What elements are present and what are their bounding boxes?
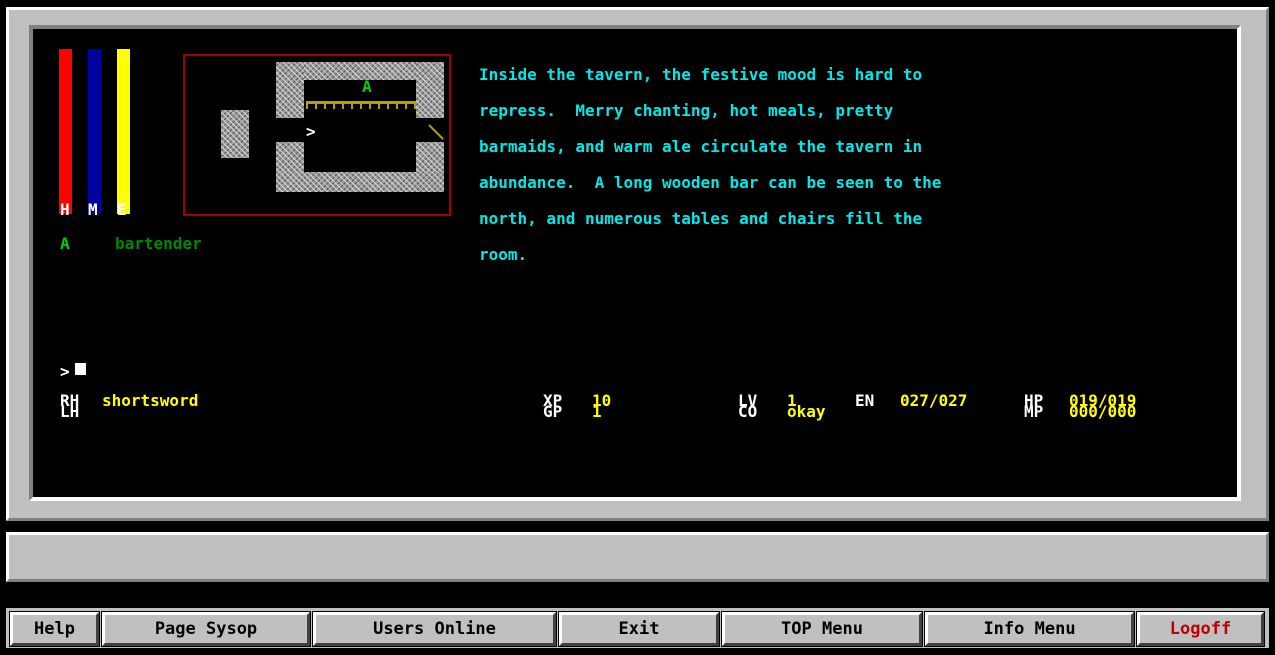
map-wall-bottom — [276, 172, 444, 192]
exit-button[interactable]: Exit — [558, 611, 720, 647]
command-prompt: > — [60, 362, 70, 381]
map-wall-fragment — [221, 110, 249, 158]
room-map: A > — [183, 54, 451, 216]
energy-bar-label: E — [117, 200, 127, 219]
status-bar — [6, 532, 1269, 582]
room-description-line: abundance. A long wooden bar can be seen… — [479, 173, 942, 192]
left-hand-label: LH — [60, 402, 80, 421]
energy-bar — [117, 49, 130, 214]
gp-label: GP — [543, 402, 563, 421]
occupant-name[interactable]: bartender — [115, 236, 202, 252]
room-description-line: barmaids, and warm ale circulate the tav… — [479, 137, 923, 156]
map-player-marker: > — [306, 122, 316, 141]
map-wall-left-upper — [276, 62, 304, 118]
users-online-button[interactable]: Users Online — [312, 611, 557, 647]
map-wall-right-upper — [416, 62, 444, 118]
info-menu-button[interactable]: Info Menu — [924, 611, 1135, 647]
room-description-line: repress. Merry chanting, hot meals, pret… — [479, 101, 894, 120]
top-menu-button[interactable]: TOP Menu — [721, 611, 923, 647]
occupant-marker: A — [60, 234, 70, 253]
map-bar-counter-ticks — [306, 104, 416, 109]
logoff-button[interactable]: Logoff — [1136, 611, 1265, 647]
terminal-screen[interactable]: H M E A > Inside the tavern, the festive… — [29, 25, 1241, 501]
mp-label: MP — [1024, 402, 1044, 421]
right-hand-value: shortsword — [102, 391, 199, 410]
room-description-line: north, and numerous tables and chairs fi… — [479, 209, 923, 228]
condition-label: CO — [738, 402, 758, 421]
mana-bar-label: M — [88, 200, 98, 219]
mana-bar — [88, 49, 101, 214]
page-sysop-button[interactable]: Page Sysop — [101, 611, 311, 647]
health-bar — [59, 49, 72, 214]
health-bar-label: H — [60, 200, 70, 219]
mp-value: 000/000 — [1069, 402, 1137, 421]
energy-label: EN — [855, 391, 875, 410]
help-button[interactable]: Help — [9, 611, 100, 647]
map-npc-marker: A — [362, 77, 372, 96]
map-door-line — [428, 124, 444, 140]
room-description: Inside the tavern, the festive mood is h… — [479, 45, 941, 285]
condition-value: okay — [787, 402, 826, 421]
room-description-line: Inside the tavern, the festive mood is h… — [479, 65, 923, 84]
terminal-frame: H M E A > Inside the tavern, the festive… — [6, 7, 1269, 521]
room-description-line: room. — [479, 245, 528, 264]
text-cursor[interactable] — [75, 363, 86, 375]
gp-value: 1 — [592, 402, 602, 421]
toolbar: Help Page Sysop Users Online Exit TOP Me… — [6, 608, 1269, 648]
energy-value: 027/027 — [900, 391, 968, 410]
